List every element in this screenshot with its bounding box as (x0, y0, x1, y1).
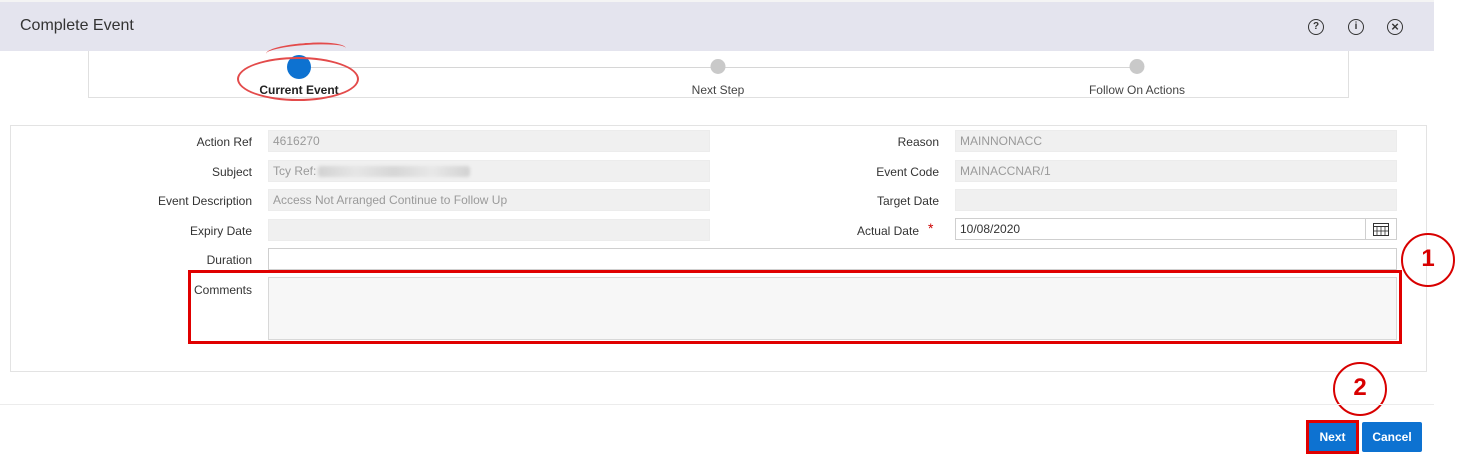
footer-divider (0, 404, 1434, 405)
annotation-marker-1: 1 (1401, 233, 1455, 287)
reason-field: MAINNONACC (955, 130, 1397, 152)
expiry-date-field (268, 219, 710, 241)
reason-label: Reason (897, 135, 939, 149)
actual-date-label: Actual Date (856, 224, 919, 238)
dialog-title: Complete Event (20, 17, 134, 34)
subject-label: Subject (211, 165, 252, 179)
duration-label: Duration (206, 253, 252, 267)
redacted-text (318, 166, 471, 178)
info-icon[interactable]: i (1348, 19, 1364, 35)
annotation-highlight-comments (188, 270, 1402, 344)
close-icon[interactable]: × (1387, 19, 1403, 35)
actual-date-value: 10/08/2020 (960, 222, 1021, 236)
event-description-label: Event Description (157, 194, 252, 208)
annotation-circle-current-event (237, 57, 359, 101)
required-marker: * (928, 220, 934, 236)
train-label-next-step: Next Step (691, 83, 745, 97)
action-ref-label: Action Ref (196, 135, 252, 149)
target-date-field (955, 189, 1397, 211)
event-code-field: MAINACCNAR/1 (955, 160, 1397, 182)
subject-value: Tcy Ref: (273, 164, 317, 178)
help-icon[interactable]: ? (1308, 19, 1324, 35)
event-description-field: Access Not Arranged Continue to Follow U… (268, 189, 710, 211)
event-code-label: Event Code (876, 165, 939, 179)
action-ref-field: 4616270 (268, 130, 710, 152)
dialog-header: Complete Event ? i × (0, 0, 1434, 51)
annotation-marker-2: 2 (1333, 362, 1387, 416)
train-stop-next-step[interactable] (710, 59, 726, 74)
annotation-highlight-next (1306, 420, 1359, 454)
train-label-follow-on-actions: Follow On Actions (1088, 83, 1186, 97)
subject-field: Tcy Ref: (268, 160, 710, 182)
duration-input[interactable] (268, 248, 1397, 270)
target-date-label: Target Date (876, 194, 939, 208)
expiry-date-label: Expiry Date (189, 224, 252, 238)
actual-date-input[interactable]: 10/08/2020 (955, 218, 1397, 240)
train-stop-follow-on-actions[interactable] (1129, 59, 1145, 74)
cancel-button[interactable]: Cancel (1362, 422, 1422, 452)
calendar-icon[interactable] (1365, 219, 1396, 239)
